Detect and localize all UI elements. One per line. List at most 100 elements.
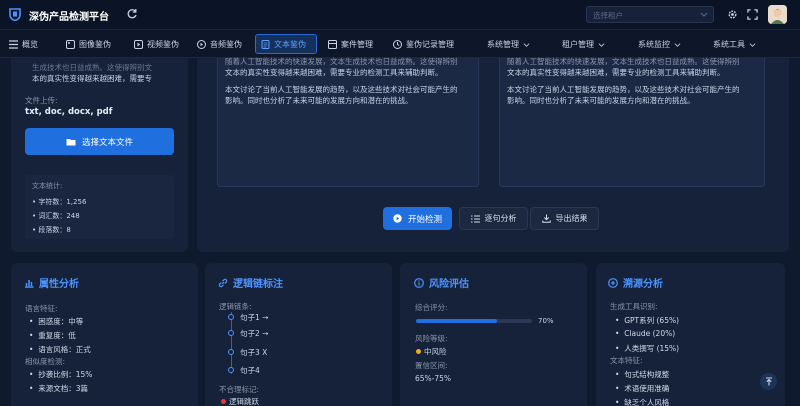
file-upload-label: 文件上传: (25, 96, 58, 105)
chain-node-dot (228, 330, 234, 336)
score-progress-fill (416, 319, 498, 323)
nav-video[interactable]: 视频鉴伪 (129, 34, 184, 54)
play-icon (393, 214, 402, 223)
trace-analysis-card: 溯源分析 生成工具识别: • GPT系列 (65%) • Claude (20%… (596, 263, 785, 406)
nav-case[interactable]: 案件管理 (323, 34, 378, 54)
chevron-down-icon (523, 42, 530, 47)
text-stats-panel: 文本统计: • 字符数：1,256 • 词汇数：248 • 段落数：8 (25, 175, 174, 239)
tool-item: • 人类撰写 (15%) (615, 344, 680, 353)
risk-level-dot (416, 349, 421, 354)
risk-title: 风险评估 (414, 275, 469, 290)
chain-node[interactable]: 句子1 → (240, 312, 268, 323)
list-icon (470, 215, 480, 222)
chain-node[interactable]: 句子2 → (240, 328, 268, 339)
chain-label: 逻辑链条: (219, 302, 252, 311)
folder-icon (328, 39, 337, 49)
start-detect-button[interactable]: 开始检测 (383, 207, 452, 230)
lang-item: • 语言风格：正式 (29, 345, 91, 354)
text-line: 影响。同时也分析了未来可能的发展方向和潜在的挑战。 (507, 96, 695, 105)
upload-text-line: 本的真实性变得越来越困难，需要专 (32, 74, 152, 83)
stat-chars: • 字符数：1,256 (32, 198, 87, 206)
sentence-analysis-label: 逐句分析 (484, 214, 517, 223)
text-line: 影响。同时也分析了未来可能的发展方向和潜在的挑战。 (225, 96, 413, 105)
chain-node-dot (228, 367, 234, 373)
nav-text[interactable]: 文本鉴伪 (255, 34, 317, 54)
audio-icon (197, 39, 206, 49)
nav-monitor[interactable]: 系统监控 (633, 34, 686, 54)
sim-label: 相似度检测: (25, 357, 66, 366)
folder-open-icon (66, 138, 76, 145)
risk-title-text: 风险评估 (429, 279, 469, 290)
fullscreen-icon[interactable] (747, 9, 758, 20)
analyzed-text-panel[interactable]: 随着人工智能技术的快速发展，文本生成技术也日益成熟。这使得辨别 文本的真实性变得… (499, 57, 765, 187)
tool-item: • Claude (20%) (615, 329, 676, 338)
score-progress-bar (416, 319, 532, 323)
text-line: 本文讨论了当前人工智能发展的趋势，以及这些技术对社会可能产生的 (225, 85, 458, 94)
nav-overview[interactable]: 概览 (4, 34, 43, 54)
nav-label: 租户管理 (562, 39, 594, 49)
gear-icon[interactable] (727, 9, 738, 20)
nav-audio[interactable]: 音频鉴伪 (192, 34, 247, 54)
sentence-analysis-button[interactable]: 逐句分析 (459, 207, 528, 230)
level-value: 中风险 (424, 347, 447, 356)
trace-title: 溯源分析 (608, 275, 663, 290)
video-icon (134, 39, 143, 49)
chain-connector (231, 312, 232, 374)
text-line: 随着人工智能技术的快速发展，文本生成技术也日益成熟。这使得辨别 (225, 57, 458, 66)
bar-chart-icon (25, 279, 34, 288)
link-icon (218, 278, 228, 287)
main-nav: 概览 图像鉴伪 视频鉴伪 音频鉴伪 文本鉴伪 案件管理 鉴伪记录管理 系统管理 … (0, 30, 800, 58)
range-label: 置信区间: (415, 361, 448, 370)
nav-label: 系统监控 (638, 39, 670, 49)
nav-label: 图像鉴伪 (79, 39, 111, 49)
target-icon (608, 277, 618, 288)
chevron-down-icon (674, 42, 681, 47)
refresh-icon[interactable] (126, 8, 138, 20)
logic-chain-card: 逻辑链标注 逻辑链条: 句子1 → 句子2 → 句子3 X 句子4 不合理标记:… (205, 263, 392, 406)
file-types: txt, doc, docx, pdf (25, 107, 113, 117)
document-icon (261, 39, 270, 49)
chevron-down-icon (749, 42, 756, 47)
select-file-button[interactable]: 选择文本文件 (25, 128, 174, 155)
original-text-panel[interactable]: 随着人工智能技术的快速发展，文本生成技术也日益成熟。这使得辨别 文本的真实性变得… (217, 57, 479, 187)
chain-node-dot (228, 349, 234, 355)
logic-title-text: 逻辑链标注 (233, 279, 283, 290)
download-icon (541, 214, 551, 223)
logic-title: 逻辑链标注 (218, 275, 283, 290)
attribute-title: 属性分析 (24, 275, 79, 290)
chain-node[interactable]: 句子3 X (240, 347, 267, 358)
top-bar: 深伪产品检测平台 选择租户 (0, 0, 800, 30)
attribute-title-text: 属性分析 (39, 279, 79, 290)
arrow-up-icon (765, 377, 772, 386)
compare-card: 随着人工智能技术的快速发展，文本生成技术也日益成熟。这使得辨别 文本的真实性变得… (197, 57, 789, 252)
nav-system[interactable]: 系统管理 (482, 34, 535, 54)
nav-label: 音频鉴伪 (210, 39, 242, 49)
user-avatar[interactable] (768, 5, 787, 24)
chain-node-dot (228, 314, 234, 320)
export-results-label: 导出结果 (555, 214, 588, 223)
nav-records[interactable]: 鉴伪记录管理 (388, 34, 459, 54)
nav-tools[interactable]: 系统工具 (708, 34, 761, 54)
app-title: 深伪产品检测平台 (29, 12, 109, 23)
tenant-select[interactable]: 选择租户 (586, 6, 714, 23)
chain-node[interactable]: 句子4 (240, 365, 260, 376)
chevron-down-icon (700, 12, 708, 17)
nav-label: 视频鉴伪 (147, 39, 179, 49)
grid-icon (9, 39, 18, 49)
avatar-image (768, 5, 787, 24)
nav-image[interactable]: 图像鉴伪 (61, 34, 116, 54)
sim-item: • 来源文档：3篇 (29, 384, 88, 393)
level-label: 风险等级: (415, 334, 448, 343)
stats-title: 文本统计: (32, 182, 63, 190)
feature-item: • 缺乏个人风格 (615, 398, 670, 406)
text-line: 文本的真实性变得越来越困难，需要专业的检测工具来辅助判断。 (507, 68, 725, 77)
stat-words: • 词汇数：248 (32, 212, 80, 220)
export-results-button[interactable]: 导出结果 (530, 207, 599, 230)
back-to-top-button[interactable] (760, 373, 777, 390)
nav-label: 系统管理 (487, 39, 519, 49)
attribute-analysis-card: 属性分析 语言特征: • 困惑度：中等 • 重复度：低 • 语言风格：正式 相似… (11, 263, 198, 406)
nav-tenant[interactable]: 租户管理 (557, 34, 610, 54)
lang-item: • 困惑度：中等 (29, 317, 84, 326)
lang-label: 语言特征: (25, 304, 58, 313)
tenant-placeholder: 选择租户 (593, 11, 623, 20)
